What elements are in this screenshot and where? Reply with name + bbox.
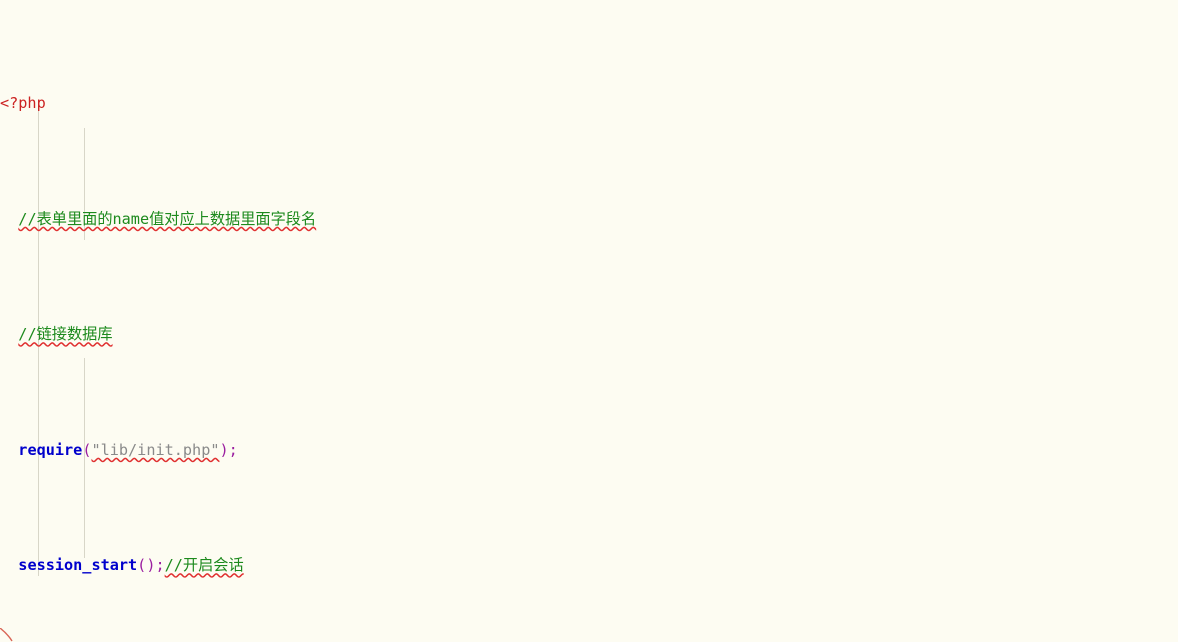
- paren-open: (: [137, 556, 147, 575]
- code-line-3[interactable]: //链接数据库: [0, 323, 1178, 346]
- code-content[interactable]: <?php //表单里面的name值对应上数据里面字段名 //链接数据库 req…: [0, 0, 1178, 642]
- php-open-tag: <?php: [0, 94, 46, 113]
- keyword-session-start: session_start: [18, 556, 138, 575]
- comment-link-db: //链接数据库: [18, 325, 113, 344]
- code-line-2[interactable]: //表单里面的name值对应上数据里面字段名: [0, 208, 1178, 231]
- string-lib-init-path: "lib/init.php": [91, 440, 220, 459]
- semicolon: ;: [228, 440, 238, 459]
- keyword-require: require: [18, 440, 83, 459]
- paren-close: ): [219, 440, 229, 459]
- code-line-4[interactable]: require("lib/init.php");: [0, 439, 1178, 462]
- semicolon: ;: [155, 556, 165, 575]
- comment-form-name: //表单里面的name值对应上数据里面字段名: [18, 209, 317, 228]
- code-line-5[interactable]: session_start();//开启会话: [0, 554, 1178, 577]
- code-editor-canvas[interactable]: <?php //表单里面的name值对应上数据里面字段名 //链接数据库 req…: [0, 0, 1178, 642]
- comment-open-session: //开启会话: [164, 556, 244, 575]
- code-line-1[interactable]: <?php: [0, 92, 1178, 115]
